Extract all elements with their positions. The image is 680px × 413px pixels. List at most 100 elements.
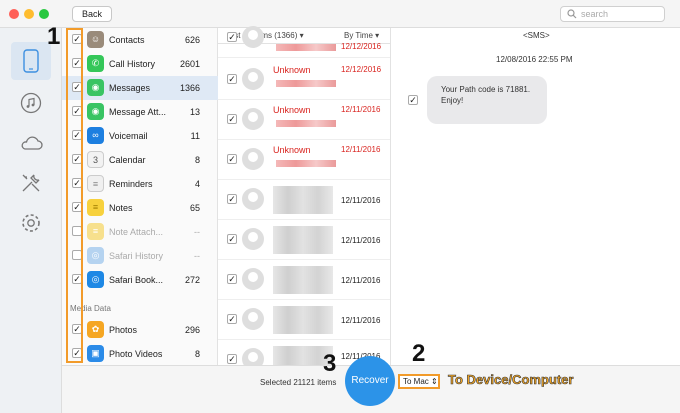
checkbox[interactable]: ✓ (227, 74, 237, 84)
messages-icon: ◉ (87, 79, 104, 96)
callout-number-1: 1 (47, 23, 61, 50)
safari-icon: ◎ (87, 247, 104, 264)
avatar (242, 148, 264, 170)
category-label: Contacts (109, 35, 145, 45)
category-note-attachments[interactable]: ≡ Note Attach... -- (62, 220, 218, 244)
item-name: Unknown (273, 105, 311, 115)
list-item[interactable]: ✓ 12/12/2016 (218, 18, 390, 58)
callout-to-device-text: To Device/Computer (448, 372, 574, 388)
list-item[interactable]: ✓ Unknown 12/11/2016 (218, 100, 390, 140)
category-photo-videos[interactable]: ✓ ▣ Photo Videos 8 (62, 342, 218, 366)
category-label: Notes (109, 203, 133, 213)
tools-icon (22, 174, 40, 192)
close-window-button[interactable] (9, 9, 19, 19)
category-reminders[interactable]: ✓ ≡ Reminders 4 (62, 172, 218, 196)
destination-label: To Mac (403, 377, 429, 386)
items-list: List all items (1366) ▾ By Time ▾ ✓12/12… (218, 26, 390, 370)
redacted-text (276, 120, 336, 127)
category-label: Safari History (109, 251, 164, 261)
cloud-icon (21, 136, 43, 150)
category-call-history[interactable]: ✓ ✆ Call History 2601 (62, 52, 218, 76)
category-count: 296 (184, 325, 200, 335)
list-item[interactable]: ✓ 12/11/2016 (218, 260, 390, 300)
category-count: 13 (189, 107, 200, 117)
category-label: Calendar (109, 155, 146, 165)
nav-tools[interactable] (11, 164, 51, 202)
category-safari-bookmarks[interactable]: ✓ ◎ Safari Book... 272 (62, 268, 218, 292)
category-count: 272 (184, 275, 200, 285)
category-contacts[interactable]: ✓ ☺ Contacts 626 (62, 28, 218, 52)
category-label: Reminders (109, 179, 153, 189)
nav-icloud[interactable] (11, 124, 51, 162)
category-message-attachments[interactable]: ✓ ◉ Message Att... 13 (62, 100, 218, 124)
photo-videos-icon: ▣ (87, 345, 104, 362)
search-placeholder: search (581, 9, 609, 19)
photos-icon: ✿ (87, 321, 104, 338)
message-detail-panel: <SMS> 12/08/2016 22:55 PM ✓ Your Path co… (390, 28, 680, 365)
item-name: Unknown (273, 65, 311, 75)
checkbox[interactable]: ✓ (227, 354, 237, 364)
voicemail-icon: ∞ (87, 127, 104, 144)
item-date: 12/11/2016 (341, 196, 381, 205)
category-label: Messages (109, 83, 151, 93)
avatar (242, 26, 264, 48)
callout-number-2: 2 (412, 340, 426, 367)
avatar (242, 268, 264, 290)
nav-itunes[interactable] (11, 84, 51, 122)
nav-settings[interactable] (11, 204, 51, 242)
search-input[interactable]: search (560, 6, 665, 22)
checkbox[interactable]: ✓ (227, 32, 237, 42)
redacted-text (273, 186, 333, 214)
item-date: 12/11/2016 (341, 236, 381, 245)
category-messages[interactable]: ✓ ◉ Messages 1366 (62, 76, 218, 100)
redacted-text (273, 226, 333, 254)
item-name: Unknown (273, 145, 311, 155)
phone-icon (23, 49, 39, 73)
avatar (242, 108, 264, 130)
message-attachment-icon: ◉ (87, 103, 104, 120)
checkbox[interactable]: ✓ (227, 274, 237, 284)
checkbox[interactable]: ✓ (227, 114, 237, 124)
minimize-window-button[interactable] (24, 9, 34, 19)
list-item[interactable]: ✓ 12/11/2016 (218, 220, 390, 260)
checkbox[interactable]: ✓ (227, 234, 237, 244)
category-notes[interactable]: ✓ ≡ Notes 65 (62, 196, 218, 220)
checkbox[interactable]: ✓ (227, 194, 237, 204)
checkbox[interactable]: ✓ (227, 154, 237, 164)
category-label: Safari Book... (109, 275, 164, 285)
destination-select[interactable]: To Mac ⇕ (398, 374, 440, 389)
category-label: Photos (109, 325, 138, 335)
category-count: -- (194, 251, 200, 261)
category-label: Voicemail (109, 131, 148, 141)
calendar-icon: 3 (87, 151, 104, 168)
list-item[interactable]: ✓ 12/11/2016 (218, 180, 390, 220)
category-count: 8 (194, 349, 200, 359)
category-safari-history[interactable]: ◎ Safari History -- (62, 244, 218, 268)
zoom-window-button[interactable] (39, 9, 49, 19)
message-checkbox[interactable]: ✓ (408, 95, 418, 105)
avatar (242, 68, 264, 90)
list-item[interactable]: ✓ Unknown 12/11/2016 (218, 140, 390, 180)
category-photos[interactable]: ✓ ✿ Photos 296 (62, 318, 218, 342)
back-button[interactable]: Back (72, 6, 112, 22)
redacted-text (273, 306, 333, 334)
selected-count: Selected 21121 items (260, 378, 337, 387)
callout-box-1 (66, 28, 83, 363)
recover-button[interactable]: Recover (345, 356, 395, 406)
category-count: 1366 (179, 83, 200, 93)
item-date: 12/11/2016 (341, 276, 381, 285)
callout-number-3: 3 (323, 350, 337, 377)
checkbox[interactable]: ✓ (227, 314, 237, 324)
nav-device[interactable] (11, 42, 51, 80)
redacted-text (273, 266, 333, 294)
phone-call-icon: ✆ (87, 55, 104, 72)
list-item[interactable]: ✓ Unknown 12/12/2016 (218, 60, 390, 100)
list-item[interactable]: ✓ 12/11/2016 (218, 300, 390, 340)
category-calendar[interactable]: ✓ 3 Calendar 8 (62, 148, 218, 172)
category-count: 4 (194, 179, 200, 189)
item-date: 12/11/2016 (341, 316, 381, 325)
category-voicemail[interactable]: ✓ ∞ Voicemail 11 (62, 124, 218, 148)
note-attachment-icon: ≡ (87, 223, 104, 240)
reminders-icon: ≡ (87, 175, 104, 192)
category-count: 2601 (179, 59, 200, 69)
